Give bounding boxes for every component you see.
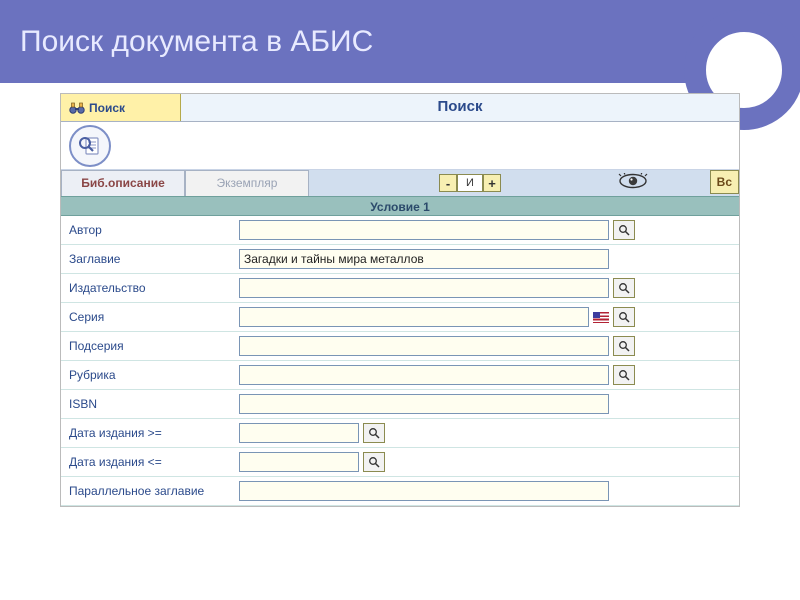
magnifier-icon (618, 311, 630, 323)
row-subseries: Подсерия (61, 332, 739, 361)
input-author[interactable] (239, 220, 609, 240)
magnifier-icon (618, 340, 630, 352)
lookup-rubric[interactable] (613, 365, 635, 385)
row-title: Заглавие (61, 245, 739, 274)
search-form: Автор Заглавие Издательство Серия (61, 216, 739, 506)
label-series: Серия (69, 310, 239, 324)
label-title: Заглавие (69, 252, 239, 266)
input-date-le[interactable] (239, 452, 359, 472)
row-series: Серия (61, 303, 739, 332)
top-bar: Поиск Поиск (61, 94, 739, 122)
lookup-subseries[interactable] (613, 336, 635, 356)
input-parallel-title[interactable] (239, 481, 609, 501)
page-title: Поиск (181, 94, 739, 121)
row-isbn: ISBN (61, 390, 739, 419)
operator-plus-button[interactable]: + (483, 174, 501, 192)
label-rubric: Рубрика (69, 368, 239, 382)
row-rubric: Рубрика (61, 361, 739, 390)
flag-icon (593, 312, 609, 323)
row-author: Автор (61, 216, 739, 245)
label-author: Автор (69, 223, 239, 237)
label-publisher: Издательство (69, 281, 239, 295)
preview-button[interactable] (611, 170, 655, 192)
magnifier-icon (368, 427, 380, 439)
magnifier-icon (618, 224, 630, 236)
lookup-date-le[interactable] (363, 452, 385, 472)
operator-value[interactable]: И (457, 174, 483, 192)
label-subseries: Подсерия (69, 339, 239, 353)
row-publisher: Издательство (61, 274, 739, 303)
input-series[interactable] (239, 307, 589, 327)
label-parallel-title: Параллельное заглавие (69, 484, 239, 498)
magnifier-icon (618, 282, 630, 294)
slide-title: Поиск документа в АБИС (20, 25, 373, 59)
lookup-author[interactable] (613, 220, 635, 240)
tab-bib-description[interactable]: Биб.описание (61, 170, 185, 196)
lookup-date-ge[interactable] (363, 423, 385, 443)
condition-header: Условие 1 (61, 196, 739, 216)
input-isbn[interactable] (239, 394, 609, 414)
app-window: Поиск Поиск Биб.описание Экземпляр - И + (60, 93, 740, 507)
input-subseries[interactable] (239, 336, 609, 356)
search-doc-button[interactable] (69, 125, 111, 167)
operator-group: - И + (439, 170, 501, 196)
mode-tab-strip: Биб.описание Экземпляр - И + Вс (61, 170, 739, 196)
lookup-publisher[interactable] (613, 278, 635, 298)
tab-search[interactable]: Поиск (61, 94, 181, 121)
slide-header: Поиск документа в АБИС (0, 0, 800, 87)
label-isbn: ISBN (69, 397, 239, 411)
magnifier-icon (368, 456, 380, 468)
label-date-ge: Дата издания >= (69, 426, 239, 440)
lookup-series[interactable] (613, 307, 635, 327)
row-date-le: Дата издания <= (61, 448, 739, 477)
row-date-ge: Дата издания >= (61, 419, 739, 448)
toolbar (61, 122, 739, 170)
eye-icon (618, 173, 648, 189)
binoculars-icon (69, 101, 85, 115)
operator-minus-button[interactable]: - (439, 174, 457, 192)
search-doc-icon (76, 132, 104, 160)
input-date-ge[interactable] (239, 423, 359, 443)
label-date-le: Дата издания <= (69, 455, 239, 469)
input-publisher[interactable] (239, 278, 609, 298)
all-button[interactable]: Вс (710, 170, 739, 194)
magnifier-icon (618, 369, 630, 381)
tab-search-label: Поиск (89, 101, 125, 115)
tab-copy[interactable]: Экземпляр (185, 170, 309, 196)
input-title[interactable] (239, 249, 609, 269)
row-parallel-title: Параллельное заглавие (61, 477, 739, 506)
input-rubric[interactable] (239, 365, 609, 385)
